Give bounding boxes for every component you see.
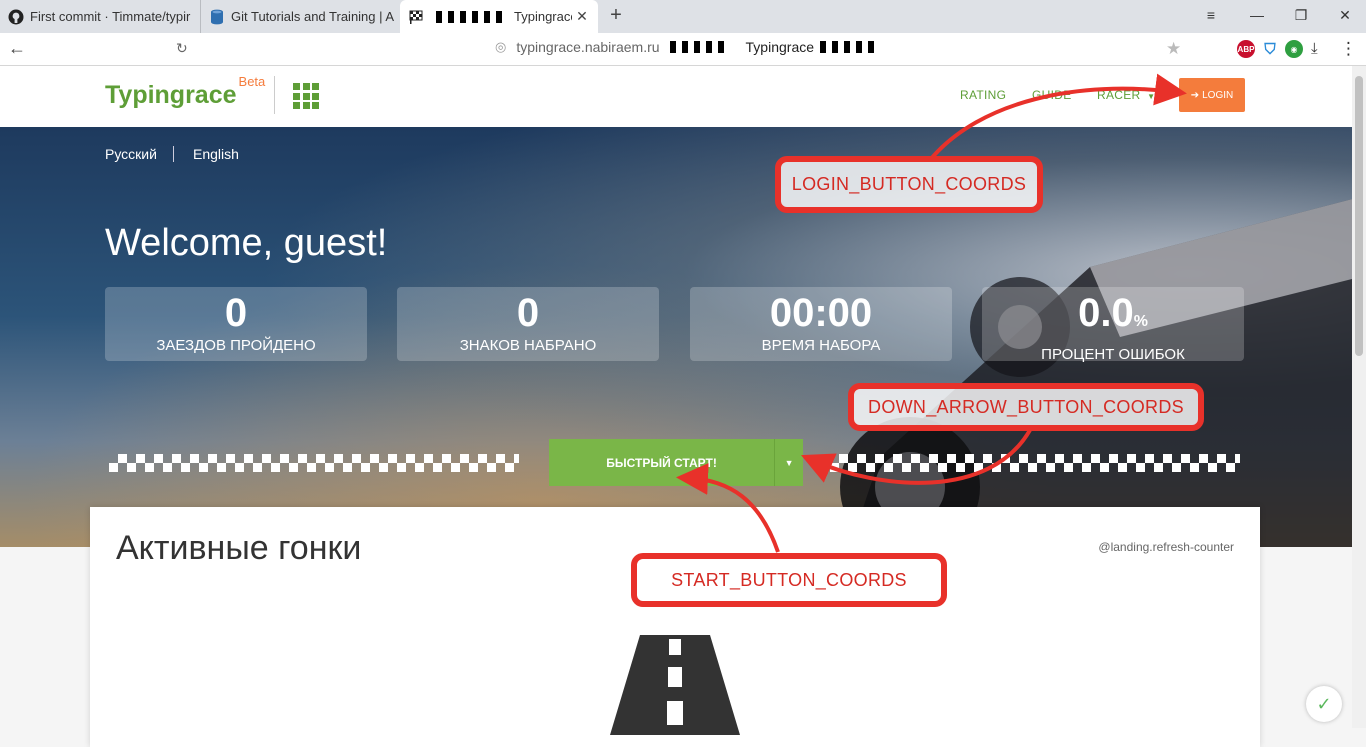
stat-value: 0 — [516, 291, 540, 335]
login-label: LOGIN — [1202, 89, 1234, 101]
redacted-bar — [436, 10, 508, 23]
apps-grid-icon[interactable] — [293, 83, 319, 109]
site-header: Typingrace Beta RATING GUIDE RACER ▼ ➔ LO… — [0, 66, 1352, 127]
minimize-icon[interactable]: — — [1244, 7, 1270, 23]
stat-label: ЗНАКОВ НАБРАНО — [459, 337, 597, 354]
scrollbar-thumb[interactable] — [1355, 76, 1363, 356]
new-tab-button[interactable]: + — [604, 4, 628, 27]
green-extension-icon[interactable]: ◉ — [1285, 40, 1303, 58]
nav-racer-label: RACER — [1097, 88, 1141, 102]
window-close-icon[interactable]: ✕ — [1332, 7, 1358, 24]
security-shield-icon[interactable]: ✓ — [1306, 686, 1342, 722]
url-page-title: Typingrace — [745, 39, 815, 55]
nav-rating[interactable]: RATING — [960, 88, 1006, 102]
shield-extension-icon[interactable]: ⛉ — [1261, 40, 1279, 58]
stat-chars-typed: 0 ЗНАКОВ НАБРАНО — [397, 287, 659, 361]
download-icon[interactable]: ⤓ — [1311, 40, 1318, 57]
menu-icon[interactable]: ≡ — [1198, 7, 1224, 23]
header-divider — [274, 76, 275, 114]
nav-guide[interactable]: GUIDE — [1032, 88, 1072, 102]
close-tab-icon[interactable]: ✕ — [572, 8, 592, 25]
url-text: typingrace.nabiraem.ru — [516, 39, 660, 55]
stat-number: 0.0 — [1078, 291, 1134, 335]
tab-title: Typingrace — [514, 9, 572, 24]
reload-icon[interactable]: ↻ — [176, 40, 188, 57]
tab-title: First commit · Timmate/typir — [30, 9, 191, 24]
checkered-flag-icon — [408, 9, 424, 25]
adblock-icon[interactable]: ABP — [1237, 40, 1255, 58]
bookmark-star-icon[interactable]: ★ — [1166, 39, 1181, 59]
active-races-title: Активные гонки — [116, 529, 362, 567]
quick-start-button[interactable]: БЫСТРЫЙ СТАРТ! — [549, 439, 774, 486]
site-logo[interactable]: Typingrace Beta — [105, 74, 265, 110]
lang-english-link[interactable]: English — [193, 146, 239, 162]
start-dropdown-arrow-icon[interactable]: ▼ — [774, 439, 803, 486]
welcome-heading: Welcome, guest! — [105, 222, 388, 264]
lang-russian-link[interactable]: Русский — [105, 146, 157, 162]
start-coords-annotation: START_BUTTON_COORDS — [631, 553, 947, 607]
stat-value: 00:00 — [769, 291, 873, 335]
stat-label: ПРОЦЕНТ ОШИБОК — [1041, 346, 1185, 363]
stat-typing-time: 00:00 ВРЕМЯ НАБОРА — [690, 287, 952, 361]
url-field[interactable]: ◎ typingrace.nabiraem.ru Typingrace — [495, 39, 886, 55]
nav-racer[interactable]: RACER ▼ — [1097, 88, 1155, 102]
stat-suffix: % — [1133, 313, 1148, 330]
checkered-flag-right — [830, 454, 1240, 472]
beta-badge: Beta — [238, 73, 266, 89]
browser-tab-bar: First commit · Timmate/typir Git Tutoria… — [0, 0, 1366, 33]
restore-icon[interactable]: ❐ — [1288, 7, 1314, 24]
back-arrow-icon[interactable]: ← — [8, 38, 26, 59]
lang-divider — [173, 146, 174, 162]
quick-start-button-group: БЫСТРЫЙ СТАРТ! ▼ — [549, 439, 803, 486]
login-coords-annotation: LOGIN_BUTTON_COORDS — [775, 156, 1043, 213]
checkered-flag-left — [109, 454, 519, 472]
refresh-counter: @landing.refresh-counter — [1098, 540, 1234, 554]
tab-git-tutorials[interactable]: Git Tutorials and Training | A — [200, 0, 396, 33]
stat-error-percent: 0.0% ПРОЦЕНТ ОШИБОК — [982, 287, 1244, 363]
stat-value: 0 — [224, 291, 248, 335]
stat-label: ЗАЕЗДОВ ПРОЙДЕНО — [156, 337, 316, 354]
login-button[interactable]: ➔ LOGIN — [1179, 78, 1245, 112]
redacted-bar — [669, 41, 730, 53]
logo-text: Typingrace — [105, 81, 237, 109]
hero-banner: Русский English Welcome, guest! 0 ЗАЕЗДО… — [0, 127, 1352, 547]
down-arrow-coords-annotation: DOWN_ARROW_BUTTON_COORDS — [848, 383, 1204, 431]
database-icon — [209, 9, 225, 25]
road-icon — [610, 635, 740, 735]
address-bar: ← ↻ ◎ typingrace.nabiraem.ru Typingrace … — [0, 33, 1366, 66]
tab-title: Git Tutorials and Training | A — [231, 9, 395, 24]
redacted-bar — [820, 41, 881, 53]
stat-label: ВРЕМЯ НАБОРА — [761, 337, 881, 354]
more-menu-icon[interactable]: ⋮ — [1340, 39, 1357, 59]
globe-icon: ◎ — [495, 39, 507, 54]
stat-value: 0.0% — [982, 291, 1244, 344]
github-icon — [8, 9, 24, 25]
active-races-card: Активные гонки @landing.refresh-counter — [90, 507, 1260, 747]
tab-typingrace[interactable]: Typingrace ✕ — [400, 0, 598, 33]
chevron-down-icon: ▼ — [1147, 92, 1156, 101]
page-scrollbar[interactable] — [1352, 66, 1366, 728]
stat-races-completed: 0 ЗАЕЗДОВ ПРОЙДЕНО — [105, 287, 367, 361]
tab-first-commit[interactable]: First commit · Timmate/typir — [0, 0, 198, 33]
sign-in-icon: ➔ — [1190, 89, 1200, 101]
